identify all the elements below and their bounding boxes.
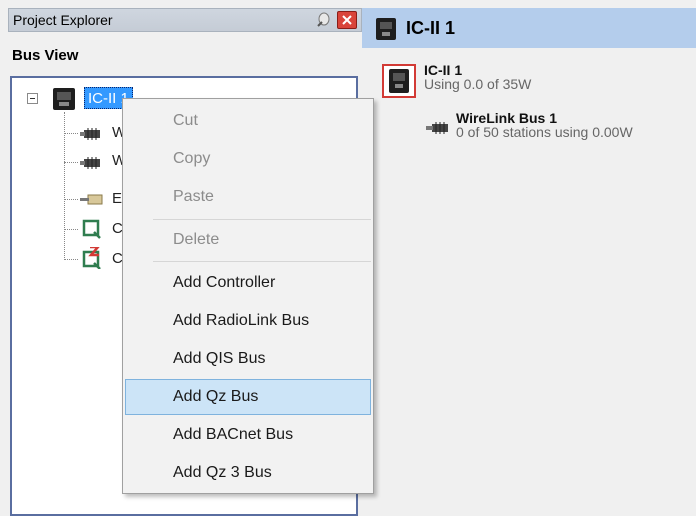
tree-connector (64, 112, 65, 260)
detail-panel: IC-II 1 IC-II 1 Using 0.0 of 35W WireLin… (362, 0, 696, 504)
detail-title: IC-II 1 (406, 18, 456, 38)
controller-icon (50, 86, 78, 112)
tree-connector (64, 162, 78, 163)
ethernet-icon (80, 188, 104, 210)
qz-bus-icon (80, 218, 104, 240)
detail-header: IC-II 1 (362, 8, 696, 48)
menu-item-delete[interactable]: Delete (125, 222, 371, 258)
menu-item-copy[interactable]: Copy (125, 141, 371, 177)
tree-connector (64, 229, 78, 230)
menu-item-add-qz-3-bus[interactable]: Add Qz 3 Bus (125, 455, 371, 491)
menu-separator (153, 261, 371, 262)
controller-usage: Using 0.0 of 35W (424, 76, 532, 92)
menu-separator (153, 219, 371, 220)
wirelink-bus-icon (80, 122, 104, 144)
tree-connector (64, 133, 78, 134)
controller-icon[interactable] (382, 64, 416, 98)
project-explorer-titlebar: Project Explorer (8, 8, 362, 32)
context-menu: Cut Copy Paste Delete Add Controller Add… (122, 98, 374, 494)
tree-connector (64, 199, 78, 200)
tree-item-label[interactable]: E (112, 190, 122, 207)
menu-item-add-controller[interactable]: Add Controller (125, 265, 371, 301)
wirelink-bus-icon (80, 151, 104, 173)
bus-view-heading: Bus View (12, 47, 79, 64)
wirelink-bus-icon[interactable] (426, 118, 452, 138)
pin-icon[interactable] (313, 11, 333, 29)
controller-icon (374, 17, 398, 41)
menu-item-add-qz-bus[interactable]: Add Qz Bus (125, 379, 371, 415)
close-icon[interactable] (337, 11, 357, 29)
qz-bus-error-icon (80, 245, 104, 270)
tree-connector (64, 259, 78, 260)
menu-item-cut[interactable]: Cut (125, 103, 371, 139)
panel-title: Project Explorer (13, 12, 113, 28)
menu-item-paste[interactable]: Paste (125, 179, 371, 215)
menu-item-add-radiolink-bus[interactable]: Add RadioLink Bus (125, 303, 371, 339)
bus-usage: 0 of 50 stations using 0.00W (456, 124, 633, 140)
menu-item-add-qis-bus[interactable]: Add QIS Bus (125, 341, 371, 377)
collapse-toggle[interactable] (27, 93, 38, 104)
menu-item-add-bacnet-bus[interactable]: Add BACnet Bus (125, 417, 371, 453)
